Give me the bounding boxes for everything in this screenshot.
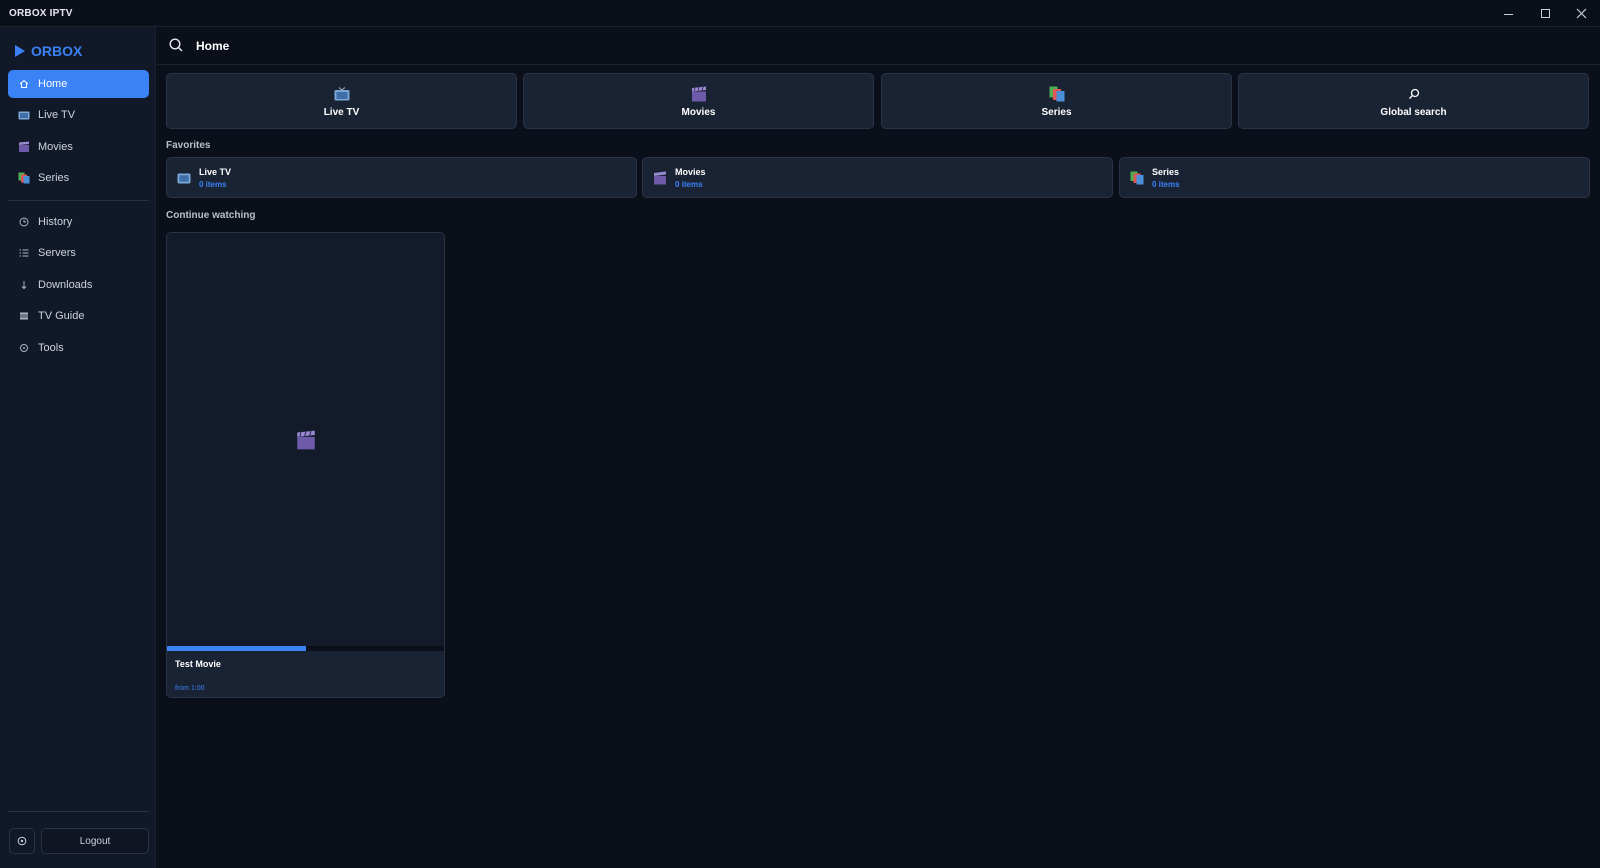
close-icon xyxy=(1576,8,1586,19)
logout-button[interactable]: Logout xyxy=(41,828,149,854)
favorites-title: Favorites xyxy=(166,140,211,151)
main-content: Home Live TV Movies Series Global search… xyxy=(157,27,1600,868)
sidebar-item-label: Tools xyxy=(38,341,64,354)
user-icon xyxy=(17,836,27,846)
tools-icon xyxy=(18,342,30,354)
favorite-series[interactable]: Series 0 items xyxy=(1119,157,1590,198)
card-title: Test Movie xyxy=(175,659,221,669)
favorite-name: Movies xyxy=(675,166,706,177)
sidebar-item-label: History xyxy=(38,216,73,228)
card-info: Test Movie from 1:00 xyxy=(167,651,444,697)
sidebar-item-tv-guide[interactable]: TV Guide xyxy=(8,302,149,330)
series-icon xyxy=(18,172,30,184)
sidebar-item-tools[interactable]: Tools xyxy=(8,334,149,362)
sidebar-item-servers[interactable]: Servers xyxy=(8,239,149,267)
app-title: ORBOX IPTV xyxy=(9,8,73,19)
secondary-nav: History Servers Downloads TV Guide Tools xyxy=(8,208,149,365)
sidebar-item-label: Movies xyxy=(38,140,73,153)
clapper-icon xyxy=(296,430,315,449)
sidebar-item-movies[interactable]: Movies xyxy=(8,133,149,161)
guide-icon xyxy=(18,310,30,322)
maximize-button[interactable] xyxy=(1527,0,1563,27)
series-icon xyxy=(1049,85,1065,103)
sidebar-item-live-tv[interactable]: Live TV xyxy=(8,101,149,129)
list-icon xyxy=(18,247,30,259)
continue-watching-title: Continue watching xyxy=(166,210,256,221)
sidebar-item-label: TV Guide xyxy=(38,310,85,323)
close-button[interactable] xyxy=(1563,0,1599,27)
tile-global-search[interactable]: Global search xyxy=(1238,73,1589,129)
sidebar-item-series[interactable]: Series xyxy=(8,164,149,192)
home-icon xyxy=(18,78,30,90)
clapper-icon xyxy=(691,85,707,103)
minimize-button[interactable] xyxy=(1490,0,1526,27)
favorite-movies[interactable]: Movies 0 items xyxy=(642,157,1113,198)
tile-label: Live TV xyxy=(323,106,360,118)
favorite-name: Live TV xyxy=(199,166,232,177)
sidebar-item-home[interactable]: Home xyxy=(8,70,149,98)
favorite-name: Series xyxy=(1152,166,1180,177)
title-bar: ORBOX IPTV xyxy=(0,0,1600,27)
search-icon[interactable] xyxy=(169,38,183,52)
favorite-live-tv[interactable]: Live TV 0 items xyxy=(166,157,637,198)
clock-icon xyxy=(18,216,30,228)
clapper-icon xyxy=(18,141,30,153)
sidebar: ORBOX Home Live TV Movies Series History… xyxy=(0,27,156,868)
favorite-count: 0 items xyxy=(1152,179,1180,189)
nav-divider xyxy=(8,200,149,201)
bottom-divider xyxy=(8,811,149,812)
tv-icon xyxy=(176,170,192,186)
search-icon xyxy=(1408,85,1420,103)
sidebar-item-downloads[interactable]: Downloads xyxy=(8,271,149,299)
sidebar-item-label: Series xyxy=(38,172,70,185)
clapper-icon xyxy=(652,170,668,186)
page-title: Home xyxy=(196,39,230,53)
logo-text: ORBOX xyxy=(31,43,83,59)
tile-label: Movies xyxy=(681,106,716,118)
maximize-icon xyxy=(1540,9,1550,18)
poster-placeholder xyxy=(167,233,444,646)
profile-button[interactable] xyxy=(9,828,35,854)
minimize-icon xyxy=(1503,14,1513,15)
tv-icon xyxy=(18,109,30,121)
series-icon xyxy=(1129,170,1145,186)
top-bar: Home xyxy=(157,27,1600,65)
tile-live-tv[interactable]: Live TV xyxy=(166,73,517,129)
tv-icon xyxy=(334,85,350,103)
tile-series[interactable]: Series xyxy=(881,73,1232,129)
sidebar-item-history[interactable]: History xyxy=(8,208,149,236)
app-logo[interactable]: ORBOX xyxy=(15,43,82,59)
sidebar-item-label: Home xyxy=(38,78,68,90)
sidebar-item-label: Live TV xyxy=(38,109,76,122)
favorite-count: 0 items xyxy=(675,179,703,189)
tile-movies[interactable]: Movies xyxy=(523,73,874,129)
continue-watching-card[interactable]: Test Movie from 1:00 xyxy=(166,232,445,698)
favorite-count: 0 items xyxy=(199,179,227,189)
sidebar-item-label: Servers xyxy=(38,247,76,260)
play-icon xyxy=(15,45,25,57)
primary-nav: Home Live TV Movies Series xyxy=(8,70,149,196)
download-icon xyxy=(18,279,30,291)
tile-label: Series xyxy=(1041,106,1072,118)
tile-label: Global search xyxy=(1380,106,1447,118)
card-resume-time: from 1:00 xyxy=(175,685,205,692)
sidebar-item-label: Downloads xyxy=(38,278,93,291)
